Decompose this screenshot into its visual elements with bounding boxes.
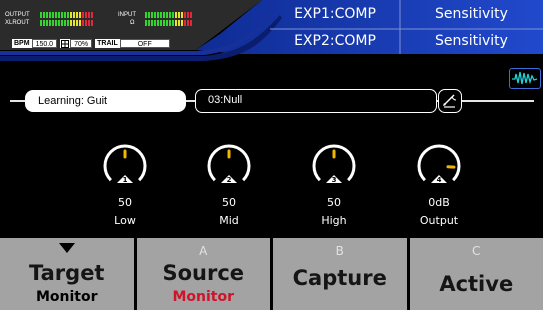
knob-number: 2 [227, 176, 232, 184]
exp2-value[interactable]: Sensitivity [400, 33, 543, 50]
knob-value: 50 [327, 196, 341, 209]
button-sub-label: Monitor [35, 289, 98, 305]
knob-mid[interactable]: 2 50 Mid [201, 142, 257, 234]
percent-value[interactable]: 70% [70, 39, 93, 48]
knob-number: 4 [437, 176, 442, 184]
button-sub-label: Monitor [172, 289, 235, 305]
learning-label: Learning: Guit [25, 90, 186, 112]
capture-button[interactable]: B Capture [273, 238, 407, 310]
button-main-label: Target [29, 261, 105, 285]
output-level-bar [39, 12, 94, 18]
trail-label: TRAIL [95, 39, 120, 48]
soft-button-row: Target Monitor A Source Monitor B Captur… [0, 238, 543, 310]
exp1-label[interactable]: EXP1:COMP [270, 6, 400, 23]
button-main-label: Capture [292, 266, 387, 290]
button-letter: C [472, 244, 481, 258]
knob-dial: 3 [312, 144, 356, 184]
input-sub-label: Ω [130, 20, 135, 26]
button-letter: A [199, 244, 208, 258]
source-button[interactable]: A Source Monitor [136, 238, 270, 310]
knob-number: 3 [332, 176, 337, 184]
knob-dial: 2 [207, 144, 251, 184]
knob-label: Output [419, 214, 459, 227]
selected-arrow-icon [58, 243, 75, 253]
knob-high[interactable]: 3 50 High [306, 142, 362, 234]
input-sub-level-bar [144, 20, 193, 26]
knob-value: 50 [118, 196, 132, 209]
output-label: OUTPUT [5, 12, 30, 18]
bpm-value[interactable]: 150.0 [31, 39, 58, 48]
edit-icon[interactable] [438, 89, 462, 113]
button-letter: B [335, 244, 344, 258]
knob-value: 0dB [428, 196, 450, 209]
knob-label: Mid [219, 214, 239, 227]
trail-value[interactable]: OFF [119, 39, 170, 48]
target-button[interactable]: Target Monitor [0, 238, 134, 310]
knob-label: Low [114, 214, 136, 227]
capture-slot-select[interactable]: 03:Null [195, 89, 437, 113]
button-main-label: Active [439, 272, 514, 296]
xlrout-meter: XLROUT [5, 20, 94, 29]
bpm-label: BPM [12, 39, 32, 48]
xlrout-level-bar [39, 20, 94, 26]
active-button[interactable]: C Active [409, 238, 543, 310]
knob-number: 1 [123, 176, 128, 184]
input-sub-meter: Ω [130, 20, 193, 29]
exp1-value[interactable]: Sensitivity [400, 6, 543, 23]
input-level-bar [144, 12, 193, 18]
knob-output[interactable]: 4 0dB Output [411, 142, 467, 234]
status-row: BPM 150.0 70% TRAIL OFF [12, 39, 170, 48]
header: OUTPUT XLROUT INPUT Ω BPM 150.0 70% TRAI… [0, 0, 543, 62]
grid-icon [60, 39, 71, 48]
exp2-label[interactable]: EXP2:COMP [270, 33, 400, 50]
xlrout-label: XLROUT [5, 20, 30, 26]
knob-label: High [321, 214, 347, 227]
knob-dial: 1 [103, 144, 147, 184]
input-label: INPUT [118, 12, 136, 18]
waveform-icon[interactable] [509, 68, 541, 89]
knob-low[interactable]: 1 50 Low [97, 142, 153, 234]
knob-dial: 4 [417, 144, 461, 184]
knob-value: 50 [222, 196, 236, 209]
button-main-label: Source [162, 261, 245, 285]
